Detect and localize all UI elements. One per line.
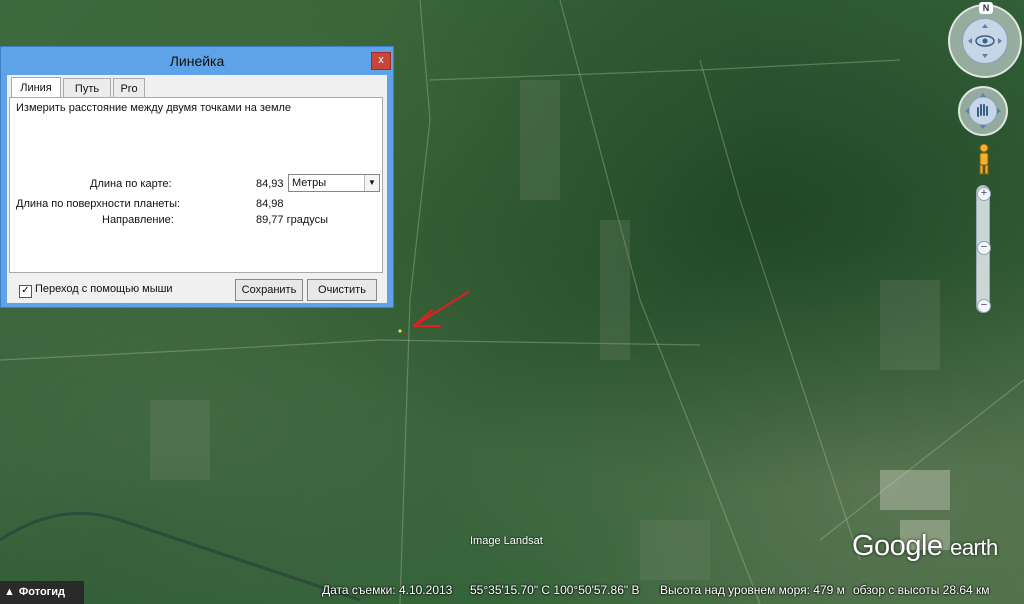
mouse-nav-label: Переход с помощью мыши [35, 283, 173, 295]
pegman-icon[interactable] [974, 142, 994, 176]
eye-icon [968, 24, 1002, 58]
elevation-readout: Высота над уровнем моря: 479 м [660, 583, 845, 597]
dialog-body: Линия Путь Pro Измерить расстояние между… [7, 75, 387, 303]
dialog-title: Линейка [169, 53, 225, 69]
close-button[interactable]: x [371, 52, 391, 70]
tour-guide-button[interactable]: ▲ Фотогид [0, 581, 84, 604]
units-selected-value: Метры [292, 177, 327, 189]
move-control-ring[interactable] [958, 86, 1008, 136]
tour-guide-label: Фотогид [18, 586, 66, 598]
zoom-in-button[interactable]: + [977, 187, 991, 201]
save-button[interactable]: Сохранить [235, 279, 303, 301]
measure-panel: Измерить расстояние между двумя точками … [9, 97, 383, 273]
ruler-dialog[interactable]: Линейка x Линия Путь Pro Измерить рассто… [0, 46, 394, 308]
heading-label: Направление: [102, 214, 174, 226]
surface-length-value: 84,98 [256, 198, 284, 210]
logo-google: Google [852, 530, 943, 562]
caret-up-icon: ▲ [4, 586, 15, 598]
surface-length-label: Длина по поверхности планеты: [16, 198, 181, 210]
capture-date: Дата съемки: 4.10.2013 [322, 583, 453, 597]
zoom-out-button[interactable]: − [977, 299, 991, 313]
coordinates-readout: 55°35'15.70" С 100°50'57.86" В [470, 583, 640, 597]
look-joystick[interactable] [962, 18, 1008, 64]
map-length-label: Длина по карте: [90, 178, 172, 190]
hand-icon [965, 93, 1001, 129]
tab-path[interactable]: Путь [63, 78, 111, 98]
google-earth-logo: Google earth [852, 530, 998, 563]
units-select[interactable]: Метры ▼ [288, 174, 380, 192]
map-length-value: 84,93 [256, 178, 284, 190]
look-control-ring[interactable]: N [948, 2, 1022, 78]
imagery-credit: Image Landsat [470, 535, 543, 547]
heading-value: 89,77 градусы [256, 214, 329, 226]
chevron-down-icon[interactable]: ▼ [364, 175, 379, 191]
mouse-nav-checkbox[interactable]: ✓ [19, 285, 32, 298]
logo-earth: earth [950, 535, 998, 560]
zoom-slider-thumb[interactable]: − [977, 241, 991, 255]
north-indicator[interactable]: N [979, 2, 993, 14]
tab-line[interactable]: Линия [11, 77, 61, 99]
description-text: Измерить расстояние между двумя точками … [16, 102, 292, 114]
tab-pro[interactable]: Pro [113, 78, 145, 98]
eye-altitude-readout: обзор с высоты 28.64 км [853, 583, 990, 597]
clear-button[interactable]: Очистить [307, 279, 377, 301]
